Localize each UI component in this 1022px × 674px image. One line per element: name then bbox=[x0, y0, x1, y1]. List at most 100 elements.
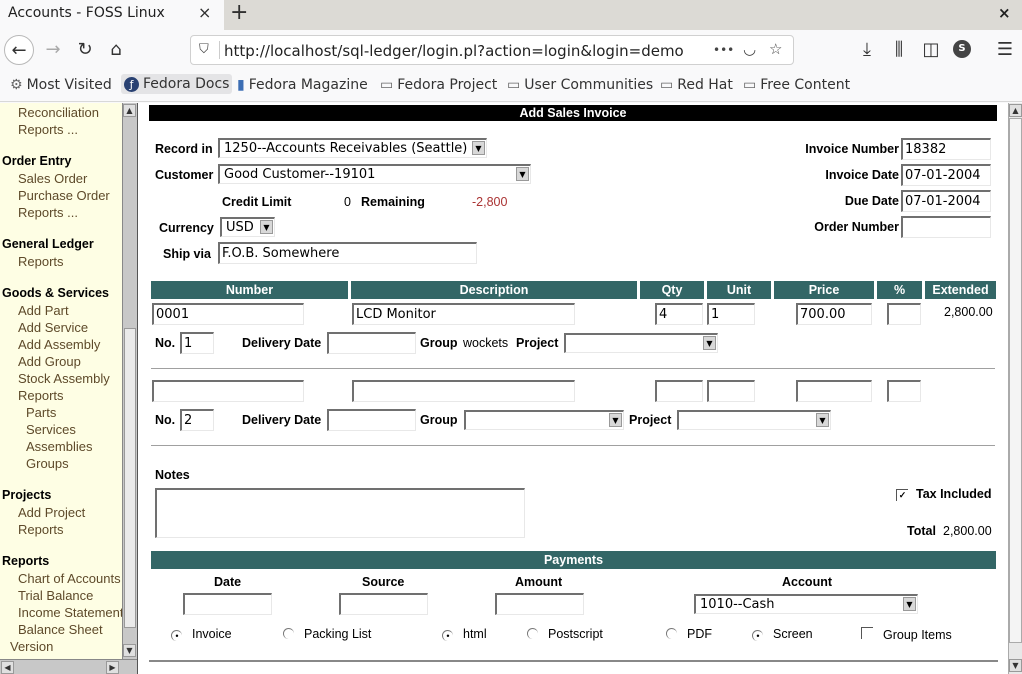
radio-unselected-icon[interactable] bbox=[527, 628, 538, 639]
menu-item-parts[interactable]: Parts bbox=[2, 404, 120, 421]
line-1-no-input[interactable]: 1 bbox=[180, 332, 214, 354]
line-1-price-input[interactable]: 700.00 bbox=[796, 303, 872, 325]
menu-item-reports[interactable]: Reports bbox=[2, 253, 120, 270]
tax-included-checkbox[interactable]: ✓ Tax Included bbox=[896, 487, 991, 501]
chevron-down-icon[interactable]: ▼ bbox=[703, 336, 716, 350]
line-2-no-input[interactable]: 2 bbox=[180, 409, 214, 431]
tab-accounts[interactable]: Accounts - FOSS Linux × bbox=[0, 0, 224, 30]
menu-item-services[interactable]: Services bbox=[2, 421, 120, 438]
line-2-delivery-date-input[interactable] bbox=[327, 409, 416, 431]
menu-item-balance-sheet[interactable]: Balance Sheet bbox=[2, 621, 120, 638]
home-icon[interactable]: ⌂ bbox=[101, 35, 131, 65]
radio-screen[interactable]: • Screen bbox=[752, 627, 813, 641]
download-icon[interactable]: ⤓ bbox=[852, 35, 882, 65]
scroll-right-icon[interactable]: ▶ bbox=[106, 661, 119, 674]
chevron-down-icon[interactable]: ▼ bbox=[816, 413, 829, 427]
record-in-select[interactable]: 1250--Accounts Receivables (Seattle) ▼ bbox=[218, 138, 487, 158]
menu-item-trial-balance[interactable]: Trial Balance bbox=[2, 587, 120, 604]
menu-icon[interactable]: ☰ bbox=[990, 35, 1020, 65]
radio-pdf[interactable]: PDF bbox=[666, 627, 712, 641]
radio-selected-icon[interactable]: • bbox=[171, 630, 182, 641]
menu-item-purchase-order[interactable]: Purchase Order bbox=[2, 187, 120, 204]
bookmark-user-communities[interactable]: ▭ User Communities bbox=[507, 77, 653, 93]
chevron-down-icon[interactable]: ▼ bbox=[260, 220, 273, 234]
line-1-unit-input[interactable]: 1 bbox=[707, 303, 755, 325]
menu-item-reports[interactable]: Reports bbox=[2, 521, 120, 538]
close-tab-icon[interactable]: × bbox=[198, 3, 211, 22]
line-2-qty-input[interactable] bbox=[655, 380, 703, 402]
line-2-unit-input[interactable] bbox=[707, 380, 755, 402]
back-icon[interactable]: ← bbox=[4, 35, 34, 65]
menu-item-add-assembly[interactable]: Add Assembly bbox=[2, 336, 120, 353]
menu-item-stock-assembly[interactable]: Stock Assembly bbox=[2, 370, 120, 387]
chevron-down-icon[interactable]: ▼ bbox=[516, 167, 529, 181]
radio-unselected-icon[interactable] bbox=[283, 628, 294, 639]
menu-item-add-part[interactable]: Add Part bbox=[2, 302, 120, 319]
scrollbar-thumb[interactable] bbox=[124, 328, 136, 628]
checkbox-checked-icon[interactable]: ✓ bbox=[896, 489, 908, 501]
menu-item-reconciliation[interactable]: Reconciliation bbox=[2, 104, 120, 121]
radio-selected-icon[interactable]: • bbox=[442, 630, 453, 641]
radio-html[interactable]: • html bbox=[442, 627, 487, 641]
scroll-up-icon[interactable]: ▲ bbox=[1009, 104, 1022, 117]
url-bar[interactable]: ⛉ http://localhost/sql-ledger/login.pl?a… bbox=[190, 35, 794, 65]
url-input[interactable]: http://localhost/sql-ledger/login.pl?act… bbox=[224, 42, 684, 60]
notes-textarea[interactable] bbox=[155, 488, 525, 538]
page-actions-icon[interactable]: ••• bbox=[713, 43, 734, 57]
radio-selected-icon[interactable]: • bbox=[752, 630, 763, 641]
due-date-input[interactable]: 07-01-2004 bbox=[901, 190, 991, 212]
ship-via-input[interactable]: F.O.B. Somewhere bbox=[218, 242, 477, 264]
pocket-icon[interactable]: ◡ bbox=[743, 40, 756, 58]
forward-icon[interactable]: → bbox=[38, 35, 68, 65]
line-1-number-input[interactable]: 0001 bbox=[152, 303, 304, 325]
menu-item-reports[interactable]: Reports ... bbox=[2, 204, 120, 221]
chevron-down-icon[interactable]: ▼ bbox=[472, 141, 485, 155]
radio-packing-list[interactable]: Packing List bbox=[283, 627, 371, 641]
bookmark-most-visited[interactable]: ⚙ Most Visited bbox=[10, 77, 112, 93]
group-items-checkbox[interactable]: Group Items bbox=[861, 627, 952, 642]
menu-item-add-project[interactable]: Add Project bbox=[2, 504, 120, 521]
customer-select[interactable]: Good Customer--19101 ▼ bbox=[218, 164, 531, 184]
radio-invoice[interactable]: • Invoice bbox=[171, 627, 232, 641]
payment-amount-input[interactable] bbox=[495, 593, 584, 615]
currency-select[interactable]: USD ▼ bbox=[220, 217, 275, 237]
bookmark-red-hat[interactable]: ▭ Red Hat bbox=[660, 77, 733, 93]
line-1-delivery-date-input[interactable] bbox=[327, 332, 416, 354]
line-1-discount-input[interactable] bbox=[887, 303, 921, 325]
menu-item-reports[interactable]: Reports bbox=[2, 387, 120, 404]
line-1-qty-input[interactable]: 4 bbox=[655, 303, 703, 325]
scroll-left-icon[interactable]: ◀ bbox=[1, 661, 14, 674]
scroll-down-icon[interactable]: ▼ bbox=[1009, 659, 1022, 672]
menu-vertical-scrollbar[interactable]: ▲ ▼ bbox=[122, 103, 137, 659]
invoice-date-input[interactable]: 07-01-2004 bbox=[901, 164, 991, 186]
window-close-button[interactable]: × bbox=[998, 4, 1011, 22]
line-1-project-select[interactable]: ▼ bbox=[564, 333, 718, 353]
library-icon[interactable]: ⫼ bbox=[884, 35, 914, 65]
menu-item-add-service[interactable]: Add Service bbox=[2, 319, 120, 336]
main-vertical-scrollbar[interactable]: ▲ ▼ bbox=[1008, 103, 1022, 674]
chevron-down-icon[interactable]: ▼ bbox=[609, 413, 622, 427]
radio-postscript[interactable]: Postscript bbox=[527, 627, 603, 641]
shield-icon[interactable]: ⛉ bbox=[199, 42, 209, 57]
checkbox-unchecked-icon[interactable] bbox=[861, 627, 873, 639]
menu-item-sales-order[interactable]: Sales Order bbox=[2, 170, 120, 187]
bookmark-fedora-magazine[interactable]: ▮ Fedora Magazine bbox=[237, 77, 368, 93]
menu-item-reports[interactable]: Reports ... bbox=[2, 121, 120, 138]
bookmark-fedora-docs[interactable]: ƒ Fedora Docs bbox=[121, 74, 233, 94]
reload-icon[interactable]: ↻ bbox=[70, 35, 100, 65]
payment-source-input[interactable] bbox=[339, 593, 428, 615]
line-2-number-input[interactable] bbox=[152, 380, 304, 402]
new-tab-button[interactable]: + bbox=[230, 0, 248, 25]
scroll-down-icon[interactable]: ▼ bbox=[123, 644, 136, 657]
scroll-up-icon[interactable]: ▲ bbox=[123, 104, 136, 117]
account-icon[interactable]: S bbox=[953, 40, 971, 58]
menu-item-assemblies[interactable]: Assemblies bbox=[2, 438, 120, 455]
line-2-group-select[interactable]: ▼ bbox=[464, 410, 624, 430]
line-2-description-input[interactable] bbox=[352, 380, 575, 402]
menu-item-add-group[interactable]: Add Group bbox=[2, 353, 120, 370]
payment-date-input[interactable] bbox=[183, 593, 272, 615]
invoice-number-input[interactable]: 18382 bbox=[901, 138, 991, 160]
order-number-input[interactable] bbox=[901, 216, 991, 238]
sidebar-icon[interactable]: ◫ bbox=[916, 35, 946, 65]
bookmark-star-icon[interactable]: ☆ bbox=[769, 40, 782, 58]
